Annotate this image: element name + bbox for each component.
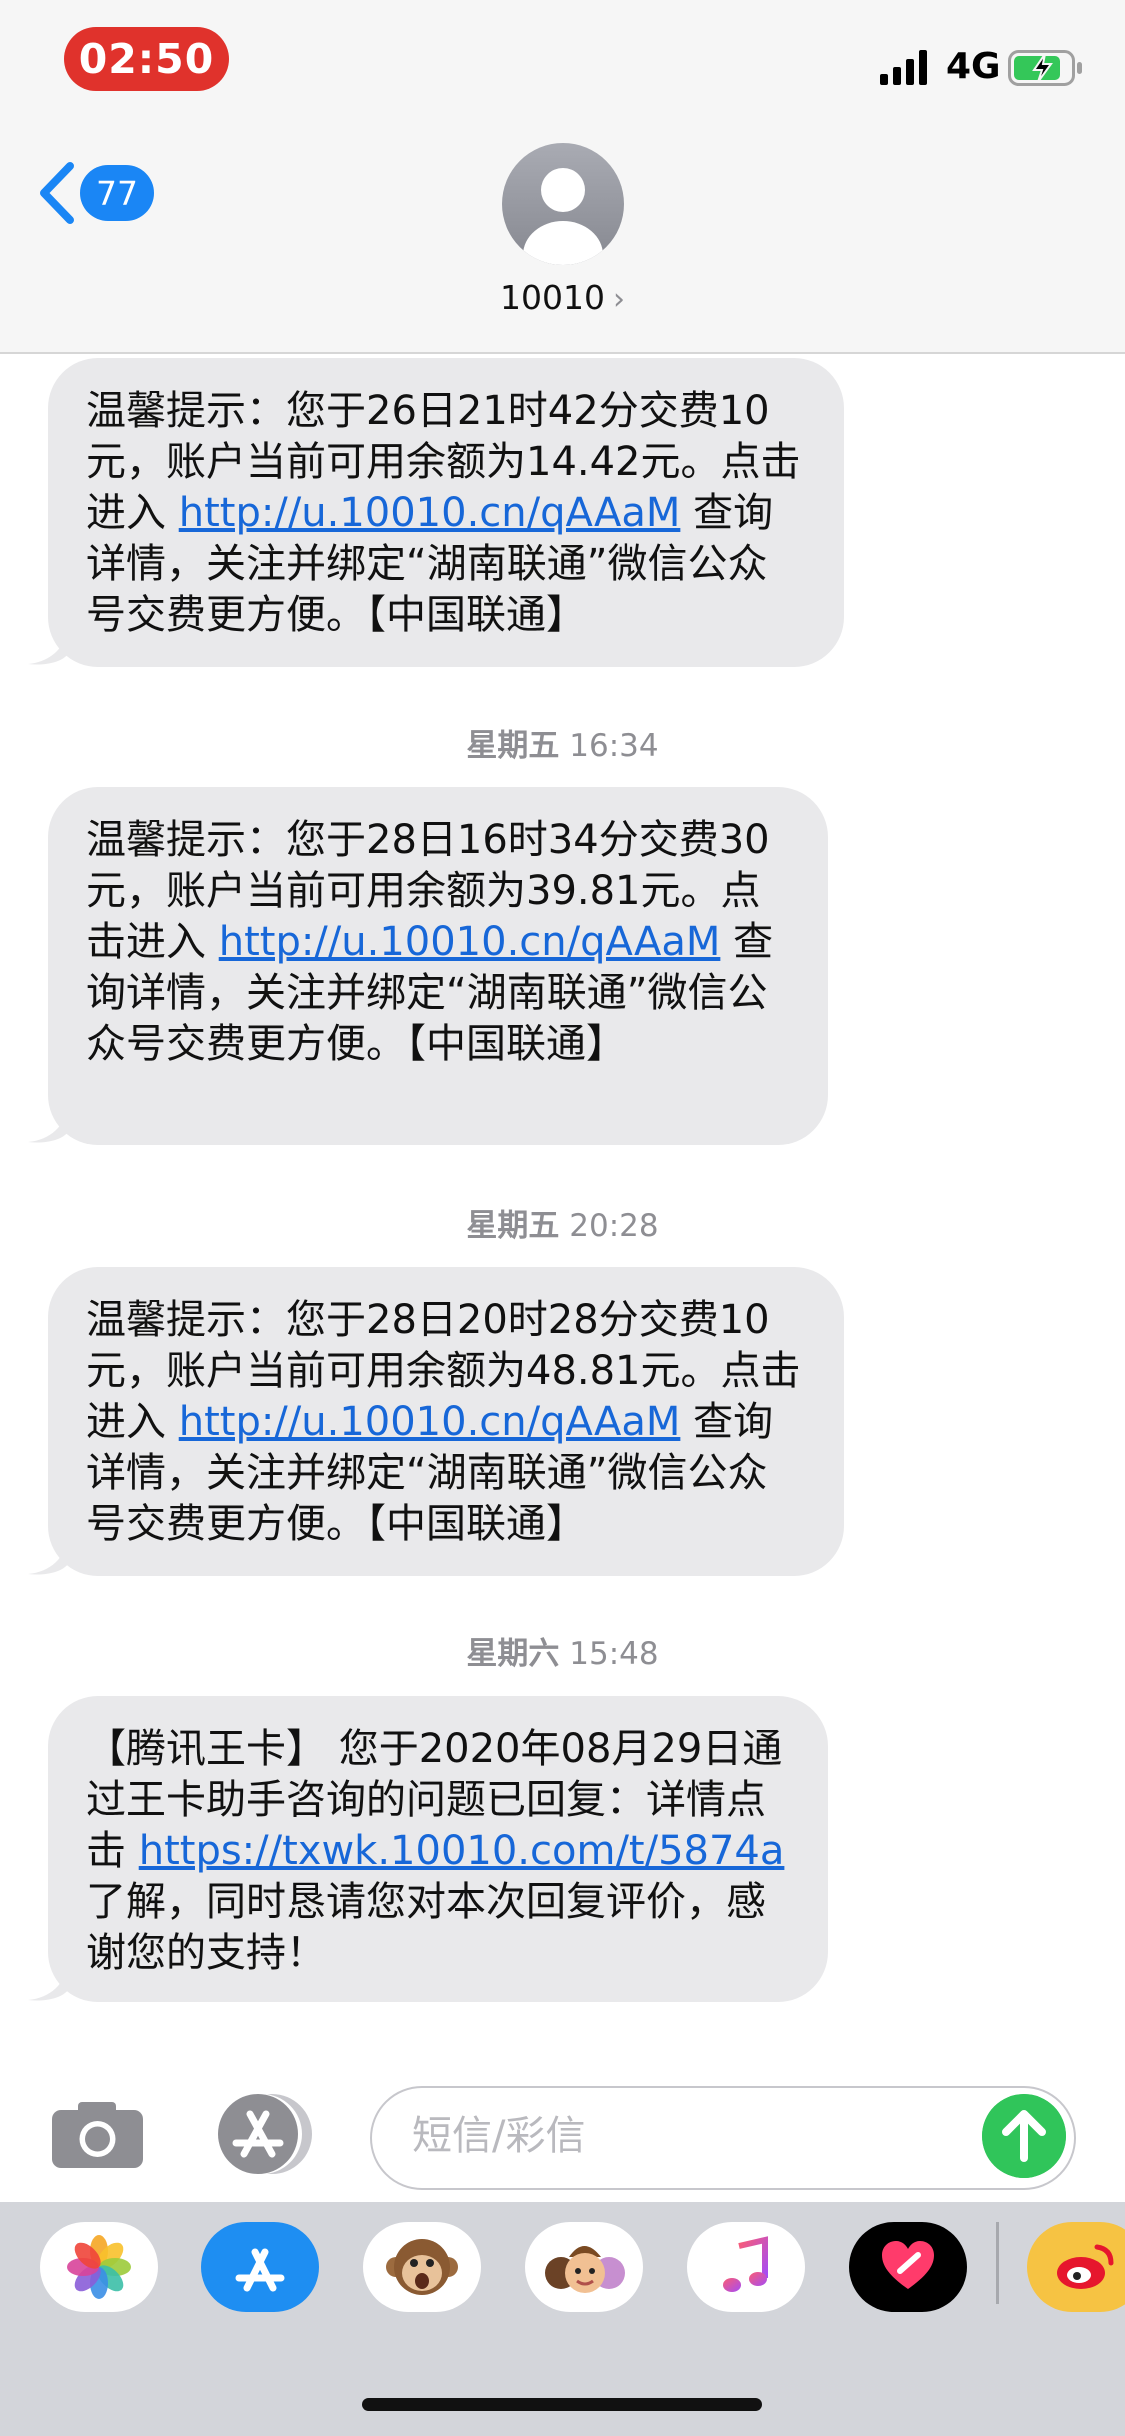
contact-chevron-icon: › xyxy=(612,282,625,317)
send-arrow-icon[interactable] xyxy=(982,2094,1066,2178)
music-icon[interactable] xyxy=(687,2222,805,2312)
animoji-icon[interactable] xyxy=(363,2222,481,2312)
message-input-field[interactable] xyxy=(370,2086,1076,2190)
app-store-apps-icon[interactable] xyxy=(210,2092,318,2176)
message-bubble[interactable]: 【腾讯王卡】 您于2020年08月29日通过王卡助手咨询的问题已回复：详情点击 … xyxy=(48,1696,828,2002)
unread-count-badge[interactable]: 77 xyxy=(80,165,154,221)
weibo-icon[interactable] xyxy=(1027,2222,1125,2312)
digital-touch-icon[interactable] xyxy=(849,2222,967,2312)
timestamp-time: 20:28 xyxy=(569,1208,659,1244)
contact-number: 10010 xyxy=(500,278,605,317)
message-link[interactable]: http://u.10010.cn/qAAaM xyxy=(179,1399,681,1445)
timestamp-time: 16:34 xyxy=(569,728,659,764)
back-chevron-icon[interactable] xyxy=(36,160,78,226)
contact-avatar-icon[interactable] xyxy=(502,143,624,265)
timestamp-day: 星期五 xyxy=(466,1208,560,1244)
message-text: 了解，同时恳请您对本次回复评价，感谢您的支持！ xyxy=(86,1879,766,1976)
network-type: 4G xyxy=(946,46,1001,87)
message-timestamp: 星期五 16:34 xyxy=(0,720,1125,765)
message-link[interactable]: http://u.10010.cn/qAAaM xyxy=(219,919,721,965)
timestamp-day: 星期六 xyxy=(466,1636,560,1672)
message-bubble[interactable]: 温馨提示：您于28日16时34分交费30元，账户当前可用余额为39.81元。点击… xyxy=(48,787,828,1145)
cellular-signal-icon xyxy=(880,50,927,85)
message-bubble[interactable]: 温馨提示：您于28日20时28分交费10元，账户当前可用余额为48.81元。点击… xyxy=(48,1267,844,1576)
status-time[interactable]: 02:50 xyxy=(64,27,229,91)
camera-icon[interactable] xyxy=(50,2100,145,2170)
photos-icon[interactable] xyxy=(40,2222,158,2312)
battery-charging-icon xyxy=(1008,50,1082,86)
message-timestamp: 星期五 20:28 xyxy=(0,1200,1125,1245)
app-store-icon[interactable] xyxy=(201,2222,319,2312)
message-link[interactable]: https://txwk.10010.com/t/5874a xyxy=(139,1828,785,1874)
home-indicator[interactable] xyxy=(362,2398,762,2411)
message-timestamp: 星期六 15:48 xyxy=(0,1628,1125,1673)
memoji-icon[interactable] xyxy=(525,2222,643,2312)
timestamp-time: 15:48 xyxy=(569,1636,659,1672)
timestamp-day: 星期五 xyxy=(466,728,560,764)
message-bubble[interactable]: 温馨提示：您于26日21时42分交费10元，账户当前可用余额为14.42元。点击… xyxy=(48,358,844,667)
contact-name[interactable]: 10010 › xyxy=(0,278,1125,317)
message-input[interactable] xyxy=(410,2112,974,2160)
message-link[interactable]: http://u.10010.cn/qAAaM xyxy=(179,490,681,536)
drawer-divider xyxy=(996,2222,999,2304)
